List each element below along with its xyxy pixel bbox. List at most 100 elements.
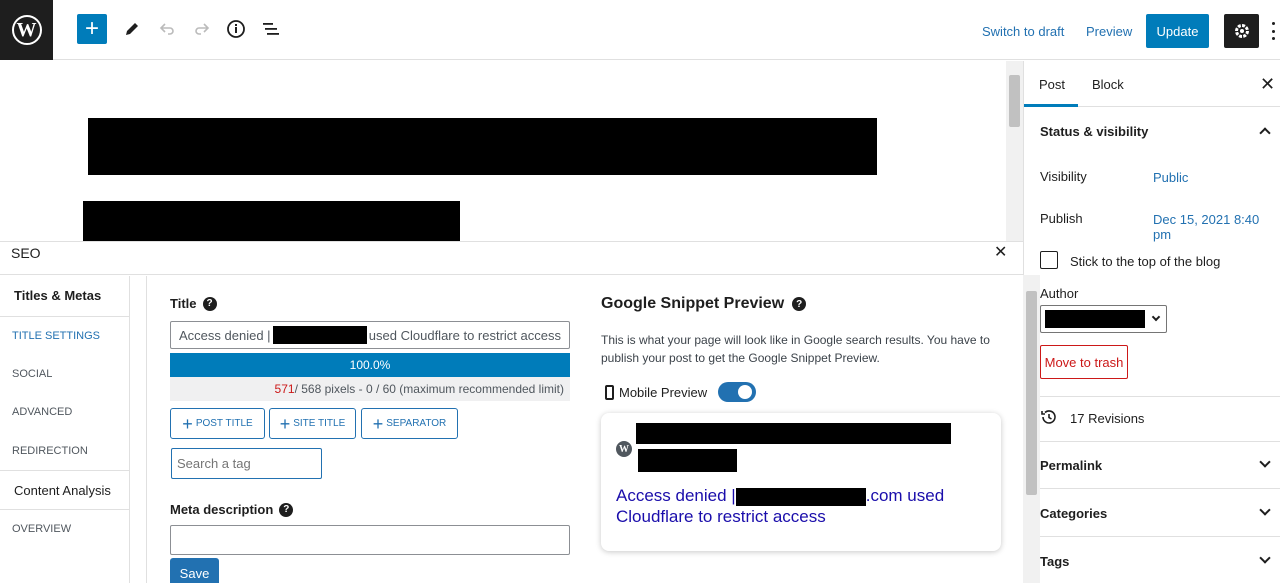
- google-snippet-card: W Access denied | .com used Cloudflare to…: [601, 413, 1001, 551]
- nav-social[interactable]: SOCIAL: [0, 354, 130, 393]
- nav-titles-metas[interactable]: Titles & Metas: [0, 276, 130, 315]
- help-icon[interactable]: ?: [279, 502, 294, 517]
- help-icon[interactable]: ?: [792, 297, 807, 311]
- chevron-down-icon: [1151, 312, 1161, 322]
- seo-metabox: SEO ✕ Titles & Metas TITLE SETTINGS SOCI…: [0, 241, 1023, 583]
- info-icon: [227, 20, 245, 38]
- post-title-tag-button[interactable]: + POST TITLE: [170, 408, 265, 439]
- publish-date-link[interactable]: Dec 15, 2021 8:40 pm: [1153, 212, 1280, 242]
- preview-link[interactable]: Preview: [1086, 24, 1132, 39]
- edit-tool-button[interactable]: [117, 14, 147, 44]
- seo-scrollbar[interactable]: [1023, 275, 1040, 583]
- meta-label-text: Meta description: [170, 502, 274, 517]
- scrollbar-thumb[interactable]: [1026, 291, 1037, 495]
- close-seo-button[interactable]: ✕: [994, 242, 1007, 262]
- help-icon[interactable]: ?: [202, 296, 217, 311]
- pixel-count-info: 571 / 568 pixels - 0 / 60 (maximum recom…: [170, 377, 570, 401]
- wordpress-icon: W: [11, 15, 42, 45]
- tab-post[interactable]: Post: [1039, 77, 1065, 92]
- plus-icon: +: [372, 413, 384, 434]
- wordpress-logo-button[interactable]: W: [0, 0, 53, 60]
- redo-icon: [195, 23, 210, 35]
- close-sidebar-button[interactable]: ✕: [1260, 74, 1275, 95]
- snippet-link-prefix: Access denied |: [616, 486, 736, 505]
- nav-advanced[interactable]: ADVANCED: [0, 392, 130, 431]
- categories-toggle[interactable]: Categories: [1040, 506, 1107, 521]
- separator-tag-button[interactable]: + SEPARATOR: [361, 408, 458, 439]
- divider: [1024, 488, 1280, 489]
- more-options-button[interactable]: [1270, 22, 1276, 40]
- tab-block[interactable]: Block: [1092, 77, 1124, 92]
- scrollbar-thumb[interactable]: [1009, 75, 1020, 127]
- seo-title: SEO: [11, 245, 41, 261]
- chevron-up-icon: [1259, 127, 1271, 139]
- mobile-preview-label: Mobile Preview: [619, 384, 708, 400]
- mobile-preview-toggle[interactable]: [718, 382, 757, 402]
- smartphone-icon: [605, 384, 614, 400]
- snippet-link-end: Cloudflare to restrict access: [616, 507, 826, 526]
- update-button[interactable]: Update: [1146, 14, 1209, 48]
- pixels-limit-text: / 568 pixels - 0 / 60 (maximum recommend…: [294, 382, 564, 396]
- revisions-link[interactable]: 17 Revisions: [1070, 411, 1144, 426]
- tag-button-label: SITE TITLE: [293, 418, 346, 429]
- visibility-value-link[interactable]: Public: [1153, 170, 1188, 185]
- divider: [1024, 441, 1280, 442]
- tags-toggle[interactable]: Tags: [1040, 554, 1069, 569]
- title-length-progress-bar: 100.0%: [170, 353, 570, 377]
- move-to-trash-button[interactable]: Move to trash: [1040, 345, 1128, 379]
- title-field-label: Title ?: [170, 296, 217, 311]
- list-view-button[interactable]: [256, 14, 286, 44]
- list-view-icon: [263, 23, 279, 35]
- active-tab-indicator: [1024, 104, 1078, 107]
- details-button[interactable]: [221, 14, 251, 44]
- nav-redirection[interactable]: REDIRECTION: [0, 431, 130, 470]
- title-input-suffix: used Cloudflare to restrict access: [368, 327, 561, 343]
- canvas-scrollbar[interactable]: [1006, 61, 1023, 241]
- redacted-site-url: [636, 423, 951, 444]
- sticky-checkbox[interactable]: [1040, 251, 1058, 269]
- redo-button[interactable]: [187, 14, 217, 44]
- title-input-prefix: Access denied |: [179, 327, 271, 343]
- snippet-title-link[interactable]: Access denied | .com used Cloudflare to r…: [616, 485, 986, 527]
- divider: [1024, 396, 1280, 397]
- meta-description-textarea[interactable]: [170, 525, 570, 555]
- plus-icon: +: [84, 15, 99, 42]
- status-visibility-toggle[interactable]: Status & visibility: [1040, 124, 1148, 139]
- nav-title-settings[interactable]: TITLE SETTINGS: [0, 316, 130, 355]
- seo-header: SEO ✕: [0, 242, 1023, 275]
- seo-title-input[interactable]: Access denied | used Cloudflare to restr…: [170, 321, 570, 349]
- redacted-content: [83, 201, 460, 241]
- chevron-down-icon: [1259, 456, 1271, 468]
- nav-content-analysis[interactable]: Content Analysis: [0, 470, 130, 509]
- chevron-down-icon: [1259, 504, 1271, 516]
- search-tag-input[interactable]: [171, 448, 322, 479]
- editor-canvas[interactable]: [0, 61, 1023, 241]
- snippet-preview-heading: Google Snippet Preview ?: [601, 295, 807, 313]
- title-label-text: Title: [170, 296, 197, 311]
- plus-icon: +: [182, 413, 193, 434]
- site-title-tag-button[interactable]: + SITE TITLE: [269, 408, 356, 439]
- tag-button-label: POST TITLE: [195, 418, 253, 429]
- dot-icon: [1271, 22, 1275, 25]
- redacted-site-name: [272, 326, 367, 344]
- permalink-toggle[interactable]: Permalink: [1040, 458, 1102, 473]
- snippet-description: This is what your page will look like in…: [601, 333, 990, 365]
- sidebar-tabs: Post Block ✕: [1024, 61, 1280, 107]
- site-favicon-icon: W: [616, 441, 632, 457]
- undo-button[interactable]: [152, 14, 182, 44]
- tag-button-label: SEPARATOR: [386, 418, 447, 429]
- snippet-title-text: Google Snippet Preview: [601, 295, 785, 312]
- settings-button[interactable]: [1224, 14, 1259, 48]
- redacted-domain: [735, 487, 866, 506]
- snippet-link-mid: .com used: [865, 486, 945, 505]
- nav-overview[interactable]: OVERVIEW: [0, 509, 130, 548]
- save-button[interactable]: Save: [170, 558, 219, 583]
- divider: [1024, 536, 1280, 537]
- undo-icon: [159, 23, 174, 35]
- add-block-button[interactable]: +: [77, 14, 107, 44]
- meta-description-label: Meta description ?: [170, 502, 294, 517]
- switch-to-draft-link[interactable]: Switch to draft: [982, 24, 1064, 39]
- author-select[interactable]: [1040, 305, 1167, 333]
- author-label: Author: [1040, 286, 1079, 301]
- mobile-preview-row: Mobile Preview: [605, 382, 757, 402]
